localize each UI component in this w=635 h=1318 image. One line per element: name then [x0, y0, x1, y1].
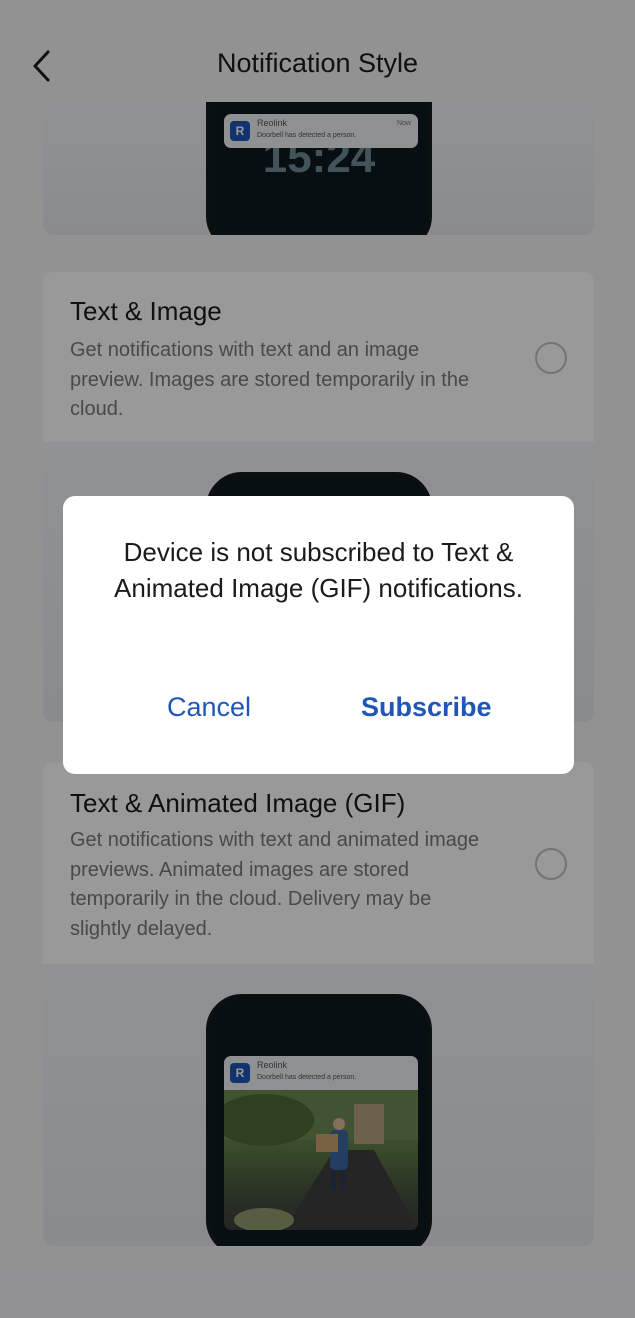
cancel-button[interactable]: Cancel: [167, 692, 251, 723]
subscription-dialog: Device is not subscribed to Text & Anima…: [63, 496, 574, 774]
subscribe-button[interactable]: Subscribe: [361, 692, 492, 723]
dialog-message: Device is not subscribed to Text & Anima…: [114, 537, 523, 603]
